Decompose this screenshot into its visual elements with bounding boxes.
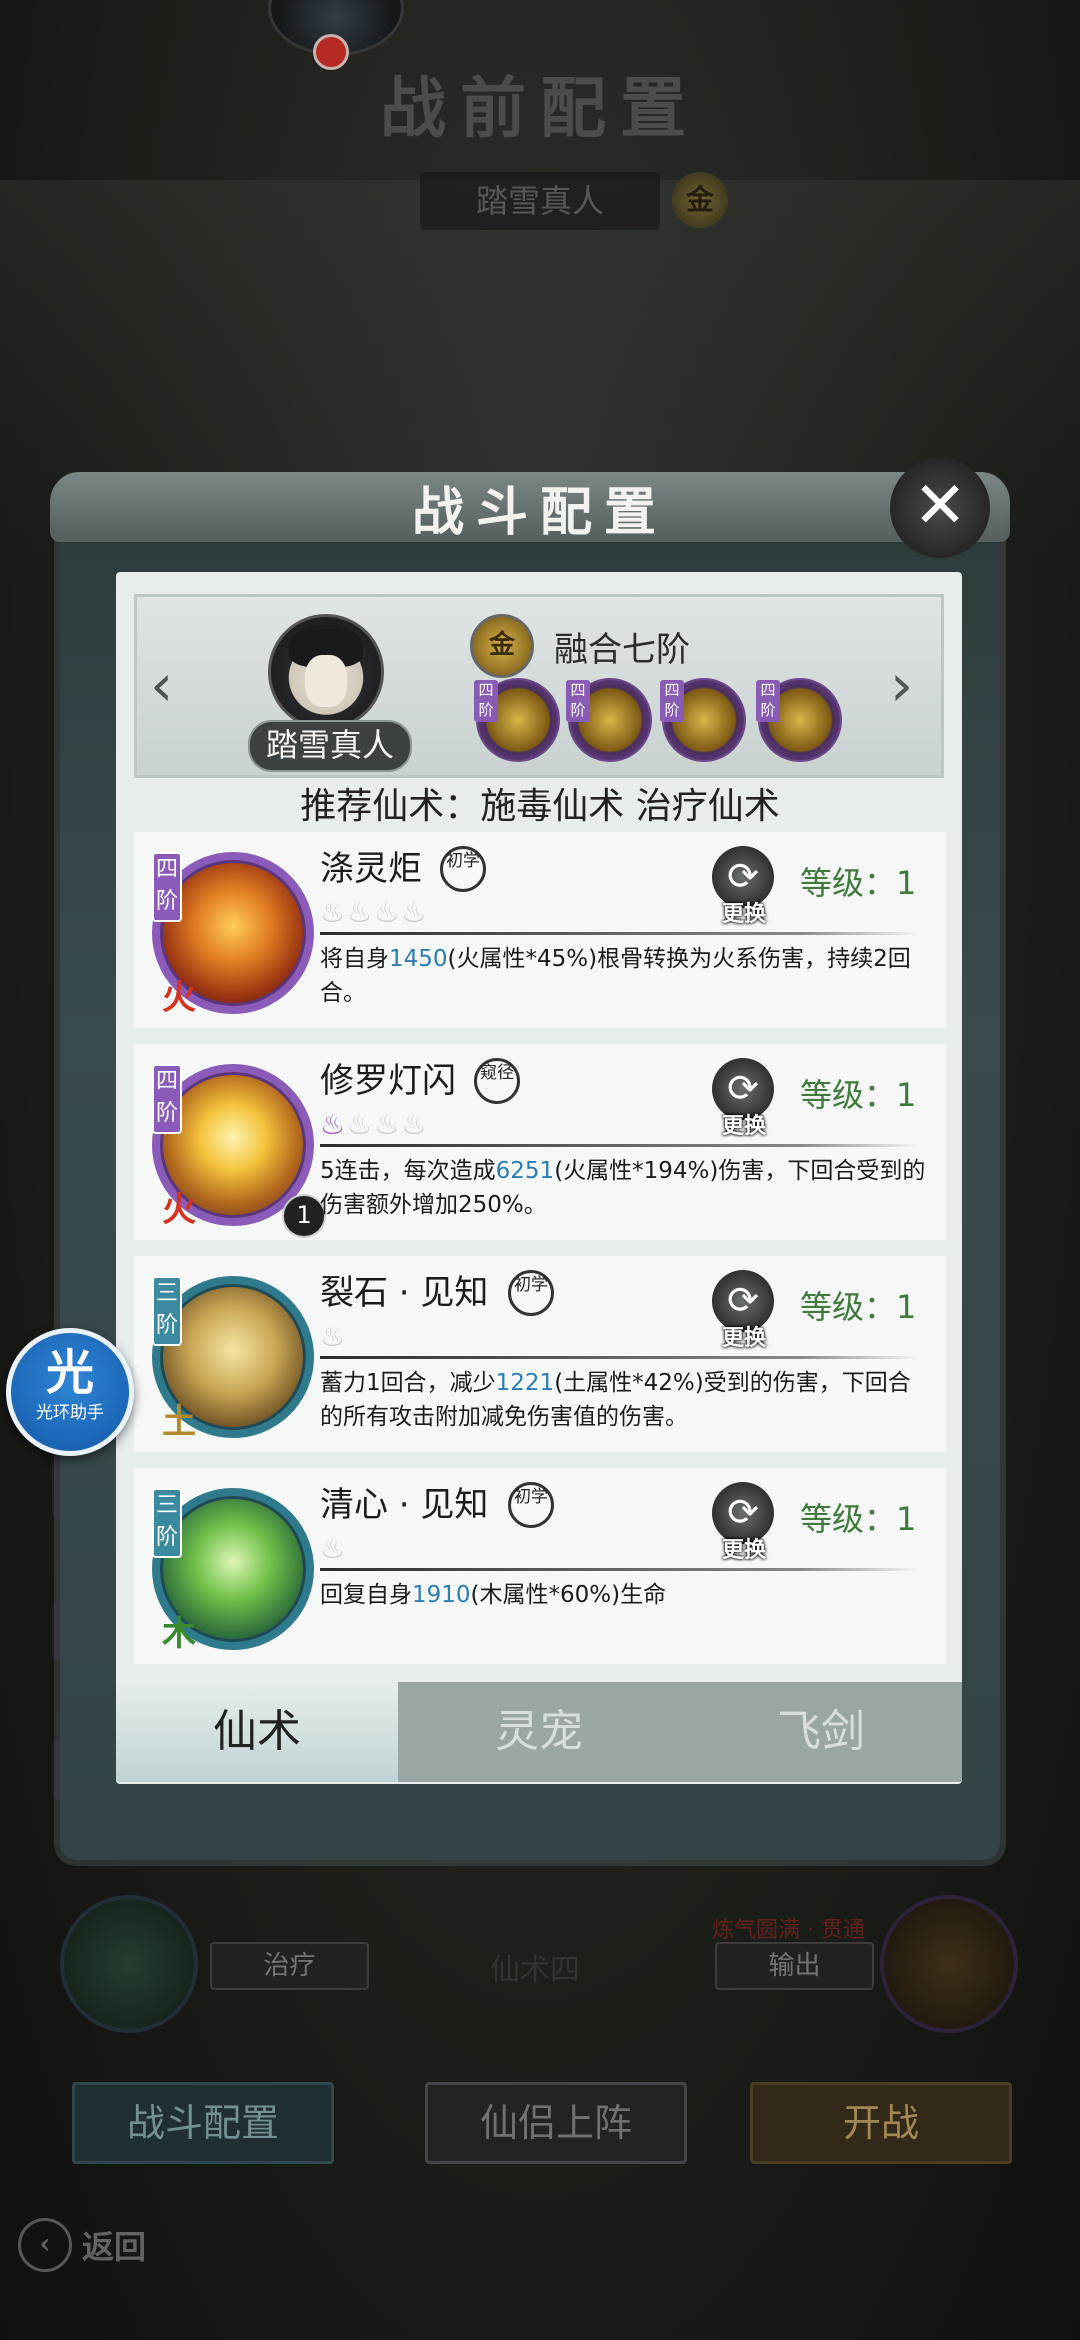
fusion-level: 融合七阶: [554, 630, 690, 670]
flame-icon: ♨: [401, 896, 429, 929]
skill-card[interactable]: 四阶 火 1 修罗灯闪 窥径 ♨♨♨♨ 5连击，每次造成6251(火属性*194…: [134, 1044, 946, 1240]
gold-rank-badge: 金: [470, 614, 534, 678]
desc-text: 回复自身: [320, 1582, 412, 1608]
equipment-tier-tag: 四阶: [566, 680, 590, 722]
swap-label: 更换: [721, 1326, 766, 1351]
skill-rank-seal: 窥径: [474, 1058, 520, 1104]
desc-value: 1910: [412, 1582, 471, 1608]
skill-star-flames: ♨♨♨♨: [320, 896, 428, 929]
skill-description: 将自身1450(火属性*45%)根骨转换为火系伤害，持续2回合。: [320, 942, 930, 1010]
equipment-tier-tag: 四阶: [474, 680, 498, 722]
tier-tag: 四阶: [152, 1064, 182, 1134]
element-label: 土: [162, 1402, 196, 1442]
swap-skill-button[interactable]: ⟳ 更换: [706, 1270, 782, 1351]
divider: [320, 1356, 920, 1359]
skill-star-flames: ♨: [320, 1532, 347, 1565]
skill-name: 清心 · 见知: [320, 1485, 489, 1525]
desc-value: 1450: [389, 946, 448, 972]
desc-text: 5连击，每次造成: [320, 1158, 496, 1184]
tier-tag: 四阶: [152, 852, 182, 922]
desc-value: 1221: [495, 1370, 555, 1396]
divider: [320, 1144, 920, 1147]
skill-card[interactable]: 三阶 木 清心 · 见知 初学 ♨ 回复自身1910(木属性*60%)生命 ⟳ …: [134, 1468, 946, 1664]
flame-icon: ♨: [374, 1108, 402, 1141]
flame-icon: ♨: [320, 896, 348, 929]
desc-text: 将自身: [320, 946, 389, 972]
helper-label: 光环助手: [36, 1403, 104, 1423]
hero-face: [305, 655, 347, 707]
flame-icon: ♨: [374, 896, 402, 929]
swap-skill-button[interactable]: ⟳ 更换: [706, 1482, 782, 1563]
skill-description: 5连击，每次造成6251(火属性*194%)伤害，下回合受到的伤害额外增加250…: [320, 1154, 930, 1222]
tier-tag: 三阶: [152, 1276, 182, 1346]
flame-icon: ♨: [347, 896, 375, 929]
swap-skill-button[interactable]: ⟳ 更换: [706, 1058, 782, 1139]
flame-icon: ♨: [320, 1108, 348, 1141]
tab-skills[interactable]: 仙术: [116, 1682, 398, 1782]
config-tabs: 仙术 灵宠 飞剑: [116, 1682, 962, 1782]
assistant-float-button[interactable]: 光 光环助手: [6, 1328, 134, 1456]
divider: [320, 932, 920, 935]
skill-star-flames: ♨♨♨♨: [320, 1108, 428, 1141]
swap-label: 更换: [721, 1538, 766, 1563]
divider: [320, 1568, 920, 1571]
flame-icon: ♨: [320, 1320, 348, 1353]
skill-rank-seal: 初学: [508, 1270, 554, 1316]
skill-name: 裂石 · 见知: [320, 1273, 489, 1313]
skill-card[interactable]: 四阶 火 涤灵炬 初学 ♨♨♨♨ 将自身1450(火属性*45%)根骨转换为火系…: [134, 832, 946, 1028]
tab-flying-sword[interactable]: 飞剑: [680, 1682, 962, 1782]
swap-skill-button[interactable]: ⟳ 更换: [706, 846, 782, 927]
tier-tag: 三阶: [152, 1488, 182, 1558]
element-label: 火: [162, 978, 196, 1018]
skill-level: 等级：1: [800, 1288, 917, 1326]
skill-name: 修罗灯闪: [320, 1061, 456, 1101]
flame-icon: ♨: [401, 1108, 429, 1141]
close-button[interactable]: ✕: [890, 458, 990, 558]
element-label: 火: [162, 1190, 196, 1230]
desc-value: 6251: [495, 1158, 555, 1184]
desc-text: 蓄力1回合，减少: [320, 1370, 496, 1396]
helper-logo: 光: [45, 1345, 94, 1401]
equipment-tier-tag: 四阶: [756, 680, 780, 722]
hero-name: 踏雪真人: [248, 720, 412, 772]
element-label: 木: [162, 1614, 196, 1654]
previous-hero-arrow-icon[interactable]: ‹: [150, 655, 173, 715]
recommended-skills-text: 推荐仙术：施毒仙术 治疗仙术: [300, 786, 780, 827]
equipment-tier-tag: 四阶: [660, 680, 684, 722]
skill-level: 等级：1: [800, 864, 917, 902]
skill-star-flames: ♨: [320, 1320, 347, 1353]
hero-avatar[interactable]: [268, 614, 384, 730]
skill-rank-seal: 初学: [440, 846, 486, 892]
flame-icon: ♨: [320, 1532, 348, 1565]
flame-icon: ♨: [347, 1108, 375, 1141]
skill-description: 蓄力1回合，减少1221(土属性*42%)受到的伤害，下回合的所有攻击附加减免伤…: [320, 1366, 930, 1434]
desc-text: (木属性*60%)生命: [470, 1582, 667, 1608]
skill-description: 回复自身1910(木属性*60%)生命: [320, 1578, 930, 1612]
skill-level: 等级：1: [800, 1076, 917, 1114]
tab-pets[interactable]: 灵宠: [398, 1682, 680, 1782]
swap-label: 更换: [721, 902, 766, 927]
skill-level: 等级：1: [800, 1500, 917, 1538]
skill-card[interactable]: 三阶 土 裂石 · 见知 初学 ♨ 蓄力1回合，减少1221(土属性*42%)受…: [134, 1256, 946, 1452]
skill-name: 涤灵炬: [320, 849, 422, 889]
swap-label: 更换: [721, 1114, 766, 1139]
next-hero-arrow-icon[interactable]: ›: [890, 655, 913, 715]
skill-rank-seal: 初学: [508, 1482, 554, 1528]
